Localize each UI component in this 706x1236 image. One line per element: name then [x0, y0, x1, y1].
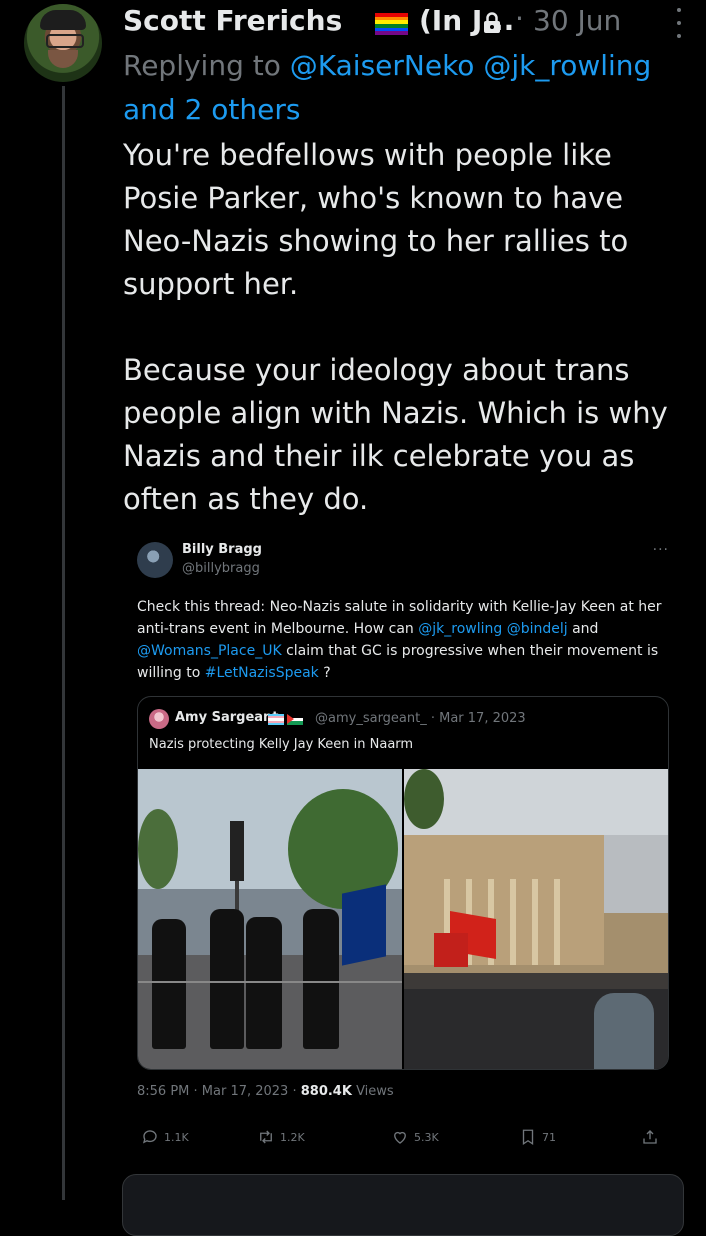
avatar[interactable]	[24, 4, 102, 82]
author-name[interactable]: Scott Frerichs	[123, 4, 342, 37]
embedded-author-handle: @billybragg	[182, 561, 260, 576]
tweet-date[interactable]: 30 Jun	[533, 4, 621, 37]
tweet-text: You're bedfellows with people like Posie…	[123, 134, 683, 521]
rainbow-flag-icon	[375, 13, 408, 36]
embedded-tweet-image[interactable]: Billy Bragg @billybragg ··· Check this t…	[125, 528, 683, 1160]
text-segment: and	[567, 621, 599, 637]
protesters-with-australian-flag-photo	[138, 769, 402, 1069]
palestine-flag-icon	[287, 714, 303, 726]
share-action	[641, 1128, 659, 1146]
thread-line	[62, 86, 65, 1200]
share-icon	[643, 1130, 657, 1144]
tweet-paragraph: Because your ideology about trans people…	[123, 353, 668, 516]
quoted-author-name: Amy Sargeant	[175, 710, 279, 725]
quoted-tweet: Amy Sargeant @amy_sargeant_ · Mar 17, 20…	[137, 696, 669, 1070]
trans-flag-icon	[268, 714, 284, 726]
replying-prefix: Replying to	[123, 49, 281, 82]
reply-action: 1.1K	[141, 1128, 189, 1146]
replying-others-link[interactable]: and 2 others	[123, 93, 300, 126]
text-segment: ?	[318, 665, 331, 681]
more-options-icon[interactable]	[672, 8, 686, 38]
quoted-avatar	[149, 709, 169, 729]
embedded-action-bar: 1.1K 1.2K 5.3K 71	[137, 1128, 667, 1152]
bookmark-count: 71	[542, 1130, 556, 1144]
embedded-timestamp: 8:56 PM · Mar 17, 2023 · 880.4K Views	[137, 1084, 394, 1099]
tweet-header: Scott Frerichs (In J... · 30 Jun	[123, 2, 686, 42]
crowd-with-red-flags-at-parliament-photo	[404, 769, 668, 1069]
repost-count: 1.2K	[280, 1130, 305, 1144]
reply-count: 1.1K	[164, 1130, 189, 1144]
reply-icon	[142, 1130, 157, 1144]
replying-handles-link[interactable]: @KaiserNeko @jk_rowling	[290, 49, 652, 82]
embedded-avatar	[137, 542, 173, 578]
lock-icon	[484, 12, 500, 33]
quoted-flags	[268, 714, 303, 726]
reply-composer[interactable]	[122, 1174, 684, 1236]
mention: @jk_rowling	[418, 621, 503, 637]
dot-separator: ·	[515, 2, 524, 35]
bookmark-icon	[522, 1129, 534, 1146]
quoted-text: Nazis protecting Kelly Jay Keen in Naarm	[149, 737, 414, 752]
like-count: 5.3K	[414, 1130, 439, 1144]
embedded-tweet-text: Check this thread: Neo-Nazis salute in s…	[137, 596, 672, 684]
views-count: 880.4K	[300, 1084, 352, 1099]
embedded-author-name: Billy Bragg	[182, 542, 262, 557]
mention: @bindelj	[506, 621, 568, 637]
views-label: Views	[351, 1084, 394, 1099]
hashtag: #LetNazisSpeak	[204, 665, 319, 681]
replying-to: Replying to @KaiserNeko @jk_rowling and …	[123, 44, 693, 132]
repost-icon	[260, 1130, 272, 1144]
repost-action: 1.2K	[257, 1128, 305, 1146]
timestamp-text: 8:56 PM · Mar 17, 2023 ·	[137, 1084, 301, 1099]
mention: @Womans_Place_UK	[137, 643, 282, 659]
heart-icon	[394, 1131, 406, 1144]
embedded-more-icon: ···	[652, 542, 669, 558]
tweet-paragraph: You're bedfellows with people like Posie…	[123, 138, 629, 301]
bookmark-action: 71	[519, 1128, 556, 1146]
quoted-meta: @amy_sargeant_ · Mar 17, 2023	[315, 711, 526, 726]
like-action: 5.3K	[391, 1128, 439, 1146]
